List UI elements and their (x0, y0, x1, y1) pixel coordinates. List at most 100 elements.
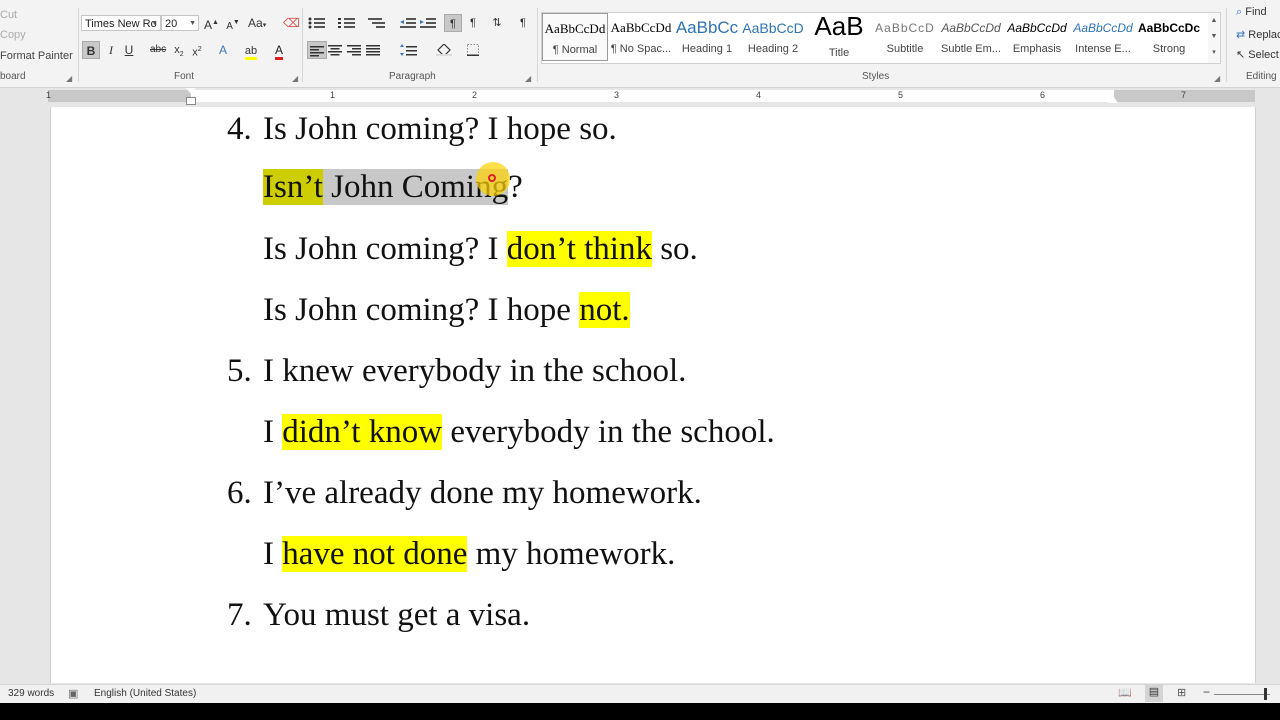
style-title[interactable]: AaB Title (806, 13, 872, 61)
ruler-number: 7 (1181, 90, 1187, 100)
document-line[interactable]: Is John coming? I hope so. (263, 111, 617, 148)
style-no-spacing[interactable]: AaBbCcDd ¶ No Spac... (608, 13, 674, 61)
first-line-indent-marker[interactable] (186, 88, 196, 94)
text-cursor-icon (488, 174, 496, 182)
status-bar: 329 words ▣ English (United States) 📖 ▤ … (0, 684, 1280, 704)
replace-button[interactable]: ⇄ Replac (1236, 28, 1280, 41)
paragraph-group-label: Paragraph (389, 71, 436, 82)
line-spacing-icon[interactable] (400, 41, 418, 59)
strikethrough-button[interactable]: abc (150, 41, 166, 59)
highlighted-text[interactable]: not. (579, 292, 630, 328)
sort-icon[interactable]: ⇅ (490, 14, 504, 32)
numbering-icon[interactable] (338, 14, 356, 32)
document-line[interactable]: I’ve already done my homework. (263, 475, 702, 512)
list-number: 7. (227, 597, 252, 633)
underline-button[interactable]: U (122, 41, 136, 59)
horizontal-ruler[interactable]: 1 1 2 3 4 5 6 7 (0, 88, 1280, 105)
font-dialog-launcher-icon[interactable]: ◢ (292, 74, 298, 83)
highlighted-text[interactable]: didn’t know (282, 414, 443, 450)
style-subtle-emphasis[interactable]: AaBbCcDd Subtle Em... (938, 13, 1004, 61)
multilevel-list-icon[interactable] (368, 14, 386, 32)
list-number: 4. (227, 111, 252, 147)
search-icon: ⌕ (1236, 6, 1243, 16)
hanging-indent-marker[interactable] (186, 97, 196, 105)
change-case-button[interactable]: Aa▾ (248, 14, 266, 32)
font-color-icon[interactable]: A (272, 41, 286, 60)
bold-button[interactable]: B (82, 41, 100, 59)
subscript-button[interactable]: x2 (172, 41, 186, 59)
text-effects-icon[interactable]: A (216, 41, 230, 59)
zoom-out-icon[interactable]: − (1203, 685, 1210, 699)
highlighted-text[interactable]: don’t think (506, 231, 652, 267)
editing-group-label: Editing (1246, 71, 1277, 82)
rtl-direction-icon[interactable]: ¶ (466, 14, 480, 32)
find-button[interactable]: ⌕ Find (1236, 6, 1267, 16)
list-number: 6. (227, 475, 252, 511)
document-line[interactable]: Is John coming? I hope not. (263, 292, 630, 329)
shrink-font-button[interactable]: A▼ (226, 14, 240, 32)
zoom-slider-thumb[interactable] (1264, 688, 1267, 700)
chevron-up-icon[interactable]: ▲ (1208, 13, 1220, 29)
style-emphasis[interactable]: AaBbCcDd Emphasis (1004, 13, 1070, 61)
clipboard-dialog-launcher-icon[interactable]: ◢ (66, 74, 72, 83)
zoom-slider[interactable] (1214, 694, 1270, 695)
ruler-number: 3 (614, 90, 620, 100)
font-family-combo[interactable]: Times New Ro ▼ (81, 15, 161, 31)
chevron-down-icon: ▼ (189, 20, 196, 27)
styles-group-label: Styles (862, 71, 890, 82)
more-styles-icon[interactable]: ▾ (1208, 45, 1220, 61)
shading-icon[interactable] (436, 41, 452, 59)
separator (537, 8, 538, 82)
ltr-direction-icon[interactable]: ¶ (444, 14, 462, 32)
select-button[interactable]: ↖ Select (1236, 48, 1279, 61)
style-intense-emphasis[interactable]: AaBbCcDd Intense E... (1070, 13, 1136, 61)
document-line[interactable]: I knew everybody in the school. (263, 353, 686, 390)
font-group-label: Font (174, 71, 195, 82)
chevron-down-icon[interactable]: ▼ (1208, 29, 1220, 45)
highlight-color-icon[interactable]: ab (244, 41, 258, 60)
document-line[interactable]: I have not done my homework. (263, 536, 675, 573)
highlighted-text[interactable]: have not done (282, 536, 468, 572)
right-indent-marker[interactable] (1108, 96, 1118, 103)
ruler-number: 2 (472, 90, 478, 100)
decrease-indent-icon[interactable] (400, 14, 416, 32)
borders-icon[interactable] (466, 41, 480, 59)
web-layout-icon[interactable]: ⊞ (1177, 686, 1186, 699)
proofing-icon[interactable]: ▣ (68, 687, 78, 700)
print-layout-icon[interactable]: ▤ (1145, 685, 1163, 702)
ruler-number: 1 (330, 90, 336, 100)
font-size-combo[interactable]: 20 ▼ (161, 15, 199, 31)
style-heading-2[interactable]: AaBbCcD Heading 2 (740, 13, 806, 61)
show-formatting-marks-icon[interactable]: ¶ (516, 14, 530, 32)
style-subtitle[interactable]: AaBbCcD Subtitle (872, 13, 938, 61)
italic-button[interactable]: I (104, 41, 118, 59)
language-indicator[interactable]: English (United States) (94, 688, 196, 699)
document-page[interactable]: 4. Is John coming? I hope so. Isn’t John… (50, 107, 1256, 683)
align-left-icon[interactable] (307, 41, 327, 59)
cut-button[interactable]: Cut (0, 9, 17, 21)
copy-button[interactable]: Copy (0, 29, 26, 41)
increase-indent-icon[interactable] (420, 14, 436, 32)
list-number: 5. (227, 353, 252, 389)
align-center-icon[interactable] (328, 41, 342, 59)
document-line[interactable]: You must get a visa. (263, 597, 530, 634)
paragraph-dialog-launcher-icon[interactable]: ◢ (525, 74, 531, 83)
style-heading-1[interactable]: AaBbCc Heading 1 (674, 13, 740, 61)
superscript-button[interactable]: x2 (190, 41, 204, 59)
highlighted-text[interactable]: Isn’t (263, 169, 323, 205)
align-right-icon[interactable] (347, 41, 361, 59)
styles-gallery-scroll[interactable]: ▲ ▼ ▾ (1208, 12, 1221, 64)
format-painter-button[interactable]: Format Painter (0, 50, 73, 62)
read-mode-icon[interactable]: 📖 (1118, 686, 1132, 699)
justify-icon[interactable] (366, 41, 380, 59)
document-line[interactable]: Is John coming? I don’t think so. (263, 231, 698, 268)
clear-formatting-icon[interactable]: ⌫ (283, 14, 300, 32)
document-line[interactable]: I didn’t know everybody in the school. (263, 414, 775, 451)
style-strong[interactable]: AaBbCcDc Strong (1136, 13, 1202, 61)
style-normal[interactable]: AaBbCcDd ¶ Normal (542, 13, 608, 61)
bullets-icon[interactable] (308, 14, 326, 32)
styles-dialog-launcher-icon[interactable]: ◢ (1214, 74, 1220, 83)
word-count[interactable]: 329 words (8, 688, 54, 699)
grow-font-button[interactable]: A▲ (204, 14, 219, 32)
ruler-number: 5 (898, 90, 904, 100)
